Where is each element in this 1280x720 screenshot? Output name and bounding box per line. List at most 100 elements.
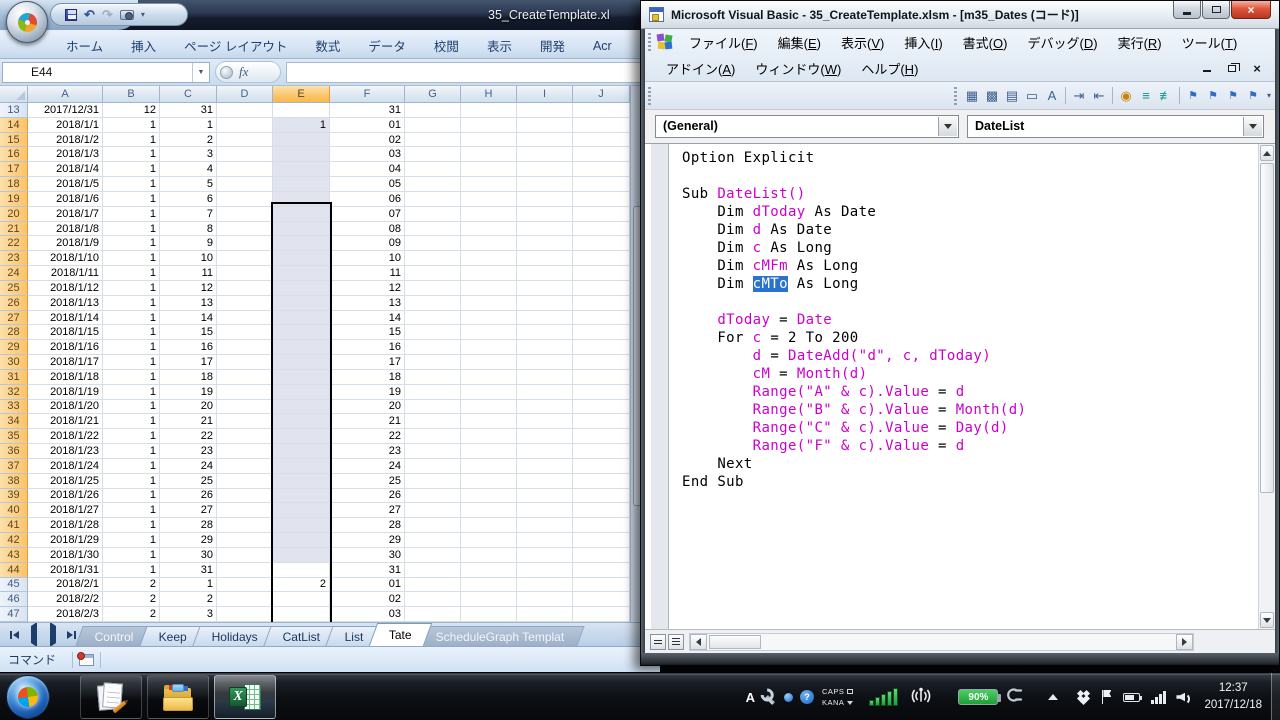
code-line[interactable]: Range("A" & c).Value = d <box>682 383 1026 401</box>
cell[interactable] <box>405 592 461 607</box>
cell[interactable] <box>217 103 273 118</box>
cell[interactable] <box>573 147 630 162</box>
cell[interactable] <box>405 518 461 533</box>
menu-a[interactable]: アドイン(A) <box>656 56 745 81</box>
cell[interactable]: 2018/1/7 <box>28 207 103 222</box>
cell[interactable] <box>461 444 517 459</box>
explorer-app-button[interactable] <box>147 675 209 719</box>
procedure-dropdown[interactable]: DateList <box>967 115 1264 138</box>
cell[interactable]: 26 <box>160 489 217 504</box>
cell[interactable]: 2018/1/13 <box>28 296 103 311</box>
cell[interactable] <box>517 518 573 533</box>
cell[interactable] <box>573 118 630 133</box>
ribbon-tab[interactable]: ホーム <box>52 33 117 58</box>
dropbox-icon[interactable] <box>1076 690 1091 705</box>
formula-bar-input[interactable] <box>286 62 659 83</box>
cell[interactable] <box>573 385 630 400</box>
cell[interactable]: 16 <box>160 340 217 355</box>
cell[interactable]: 2018/1/21 <box>28 414 103 429</box>
cell[interactable]: 1 <box>103 251 160 266</box>
cell[interactable]: 27 <box>160 503 217 518</box>
cell[interactable]: 2018/1/15 <box>28 325 103 340</box>
column-header[interactable]: F <box>330 86 405 103</box>
toggle-breakpoint-icon[interactable]: ◉ <box>1116 86 1136 106</box>
cell[interactable] <box>517 340 573 355</box>
cell[interactable]: 1 <box>103 489 160 504</box>
cell[interactable]: 6 <box>160 192 217 207</box>
toolbar-grip[interactable] <box>648 87 651 105</box>
row-header[interactable]: 43 <box>0 548 28 563</box>
cell[interactable] <box>517 103 573 118</box>
cell[interactable] <box>517 385 573 400</box>
cell[interactable]: 31 <box>160 563 217 578</box>
cell[interactable] <box>273 296 330 311</box>
cell[interactable]: 2018/1/31 <box>28 563 103 578</box>
cell[interactable] <box>461 281 517 296</box>
cell[interactable] <box>573 400 630 415</box>
cell[interactable]: 11 <box>330 266 405 281</box>
cell[interactable] <box>461 489 517 504</box>
previous-bookmark-icon[interactable]: ⚑ <box>1223 86 1243 106</box>
cell[interactable]: 20 <box>160 400 217 415</box>
ribbon-tab[interactable]: ページ レイアウト <box>170 33 301 58</box>
cell[interactable] <box>573 444 630 459</box>
cell[interactable] <box>573 296 630 311</box>
cell[interactable]: 03 <box>330 147 405 162</box>
cell[interactable] <box>405 177 461 192</box>
cell[interactable]: 2 <box>103 578 160 593</box>
resource-meter-icon[interactable] <box>869 688 898 706</box>
cell[interactable] <box>517 133 573 148</box>
cell[interactable]: 2017/12/31 <box>28 103 103 118</box>
cell[interactable] <box>217 281 273 296</box>
column-header[interactable]: G <box>405 86 461 103</box>
cell[interactable] <box>461 370 517 385</box>
row-header[interactable]: 26 <box>0 296 28 311</box>
cell[interactable]: 1 <box>103 266 160 281</box>
cell[interactable] <box>273 444 330 459</box>
cell[interactable]: 12 <box>330 281 405 296</box>
quick-info-icon[interactable]: ▤ <box>1002 86 1022 106</box>
cell[interactable] <box>217 563 273 578</box>
cell[interactable]: 1 <box>103 118 160 133</box>
child-minimize-button[interactable] <box>1201 62 1213 74</box>
previous-sheet-button[interactable] <box>25 627 42 643</box>
cell[interactable]: 3 <box>160 607 217 622</box>
cell[interactable] <box>273 429 330 444</box>
cell[interactable]: 2018/1/26 <box>28 489 103 504</box>
scroll-left-button[interactable] <box>690 634 707 650</box>
cell[interactable]: 28 <box>330 518 405 533</box>
cell[interactable]: 1 <box>103 414 160 429</box>
cell[interactable] <box>517 400 573 415</box>
cell[interactable] <box>573 103 630 118</box>
row-header[interactable]: 27 <box>0 311 28 326</box>
cell[interactable] <box>217 489 273 504</box>
cell[interactable] <box>517 162 573 177</box>
cell[interactable]: 27 <box>330 503 405 518</box>
cell[interactable] <box>273 385 330 400</box>
cell[interactable]: 2 <box>160 592 217 607</box>
h-scrollbar-thumb[interactable] <box>709 635 761 649</box>
cell[interactable] <box>405 162 461 177</box>
cell[interactable]: 5 <box>160 177 217 192</box>
cell[interactable]: 10 <box>160 251 217 266</box>
row-header[interactable]: 34 <box>0 414 28 429</box>
cell[interactable] <box>573 222 630 237</box>
cell[interactable] <box>461 192 517 207</box>
cell[interactable] <box>517 414 573 429</box>
row-header[interactable]: 16 <box>0 147 28 162</box>
select-all-corner[interactable] <box>0 86 28 103</box>
cell[interactable] <box>517 118 573 133</box>
cell[interactable] <box>273 177 330 192</box>
row-header[interactable]: 45 <box>0 578 28 593</box>
cell[interactable]: 07 <box>330 207 405 222</box>
cell[interactable] <box>573 592 630 607</box>
row-header[interactable]: 28 <box>0 325 28 340</box>
cell[interactable] <box>217 518 273 533</box>
cell[interactable] <box>273 222 330 237</box>
code-line[interactable]: Range("F" & c).Value = d <box>682 437 1026 455</box>
tray-ball-icon[interactable] <box>784 693 793 702</box>
row-header[interactable]: 46 <box>0 592 28 607</box>
cell[interactable] <box>273 355 330 370</box>
code-line[interactable] <box>682 293 1026 311</box>
cell[interactable] <box>217 474 273 489</box>
